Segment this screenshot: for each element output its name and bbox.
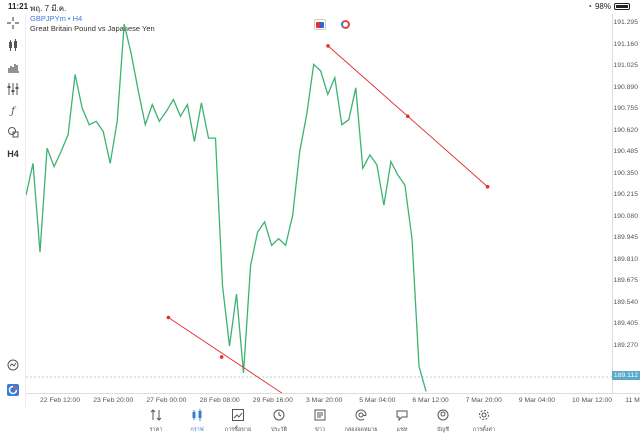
bars-icon[interactable] [6, 60, 20, 74]
nav-item-settings[interactable]: การตั้งค่า [464, 407, 505, 447]
price-axis-label: 191.025 [613, 62, 638, 69]
time-axis-label: 10 Mar 12:00 [572, 397, 613, 404]
price-axis-label: 190.485 [613, 148, 638, 155]
time-axis-label: 5 Mar 04:00 [359, 397, 396, 404]
nav-item-news[interactable]: ข่าว [300, 407, 341, 447]
trade-icon [232, 409, 244, 424]
chart-area[interactable] [25, 14, 612, 409]
price-axis-label: 189.945 [613, 234, 638, 241]
status-time: 11:21 [8, 2, 29, 11]
account-icon [437, 409, 449, 424]
nav-label: แชท [396, 427, 408, 433]
nav-item-trade[interactable]: การซื้อขาย [218, 407, 259, 447]
indicators-icon[interactable] [6, 82, 20, 96]
time-axis-label: 22 Feb 12:00 [40, 397, 81, 404]
price-axis-label: 190.215 [613, 191, 638, 198]
nav-item-mailbox[interactable]: กล่องจดหมาย [341, 407, 382, 447]
nav-label: การตั้งค่า [472, 427, 496, 433]
nav-label: กล่องจดหมาย [344, 427, 378, 433]
time-axis[interactable]: 22 Feb 12:00 23 Feb 20:00 27 Feb 00:00 28 F… [26, 393, 640, 407]
time-axis-label: 28 Feb 08:00 [199, 397, 240, 404]
price-axis-label: 191.295 [613, 19, 638, 26]
price-axis-label: 190.350 [613, 169, 638, 177]
nav-label: ข่าว [315, 427, 325, 433]
function-icon[interactable]: ƒ [6, 104, 20, 118]
time-axis-label: 11 Mar 20:00 [625, 397, 640, 404]
nav-label: บัญชี [437, 427, 449, 433]
time-axis-label: 23 Feb 20:00 [93, 397, 134, 404]
price-axis-label: 189.270 [613, 341, 638, 349]
status-bar: 11:21 พฤ. 7 มี.ค. ◔ 98% [0, 0, 640, 14]
time-axis-label: 6 Mar 12:00 [412, 397, 449, 404]
nav-item-quotes[interactable]: ราคา [136, 407, 177, 447]
nav-label: กราฟ [190, 427, 204, 433]
nav-item-history[interactable]: ประวัติ [259, 407, 300, 447]
trendline[interactable] [168, 317, 306, 409]
trendline-handle[interactable] [326, 44, 330, 48]
nav-item-account[interactable]: บัญชี [423, 407, 464, 447]
nav-label: การซื้อขาย [224, 427, 252, 433]
status-right: ◔ 98% [587, 2, 630, 11]
crosshair-icon[interactable] [6, 16, 20, 30]
current-price-tag: 189.112 [612, 371, 640, 380]
candles-icon[interactable] [6, 38, 20, 52]
nav-item-chart[interactable]: กราฟ [177, 407, 218, 447]
price-axis-label: 189.540 [613, 298, 638, 306]
bottom-navigation: ราคา กราฟ การซื้อขาย ประวัติ ข่าว กล่องจดหมาย… [0, 407, 640, 447]
chart-icon [191, 409, 203, 424]
trendline-handle[interactable] [406, 114, 410, 119]
settings-icon [478, 409, 490, 424]
time-axis-label: 3 Mar 20:00 [306, 397, 343, 404]
trendline-handle[interactable] [485, 184, 490, 189]
trendline-handle[interactable] [219, 355, 224, 359]
price-axis-label: 189.810 [613, 255, 638, 263]
nav-label: ราคา [149, 427, 163, 433]
time-axis-label: 29 Feb 16:00 [252, 397, 293, 404]
price-axis-label: 189.675 [613, 277, 638, 284]
timeframe-button[interactable]: H4 [6, 147, 20, 161]
time-axis-label: 7 Mar 20:00 [465, 397, 502, 404]
trendline-handle[interactable] [166, 315, 171, 320]
nav-label: ประวัติ [270, 427, 288, 433]
nav-item-chat[interactable]: แชท [382, 407, 423, 447]
news-icon [314, 409, 326, 424]
battery-icon [614, 3, 630, 10]
price-axis-label: 190.080 [613, 212, 638, 220]
battery-percent: 98% [594, 2, 611, 11]
left-toolbar: ƒ H4 [0, 14, 26, 407]
price-axis-label: 191.160 [613, 40, 638, 48]
price-axis-label: 190.890 [613, 83, 638, 91]
price-axis-label: 190.755 [613, 105, 638, 112]
mailbox-icon [355, 409, 367, 424]
price-chart[interactable] [25, 14, 612, 409]
objects-icon[interactable] [6, 125, 20, 139]
broker-logo-icon[interactable] [6, 383, 20, 397]
time-axis-label: 27 Feb 00:00 [146, 397, 187, 404]
chat-icon [396, 409, 408, 424]
quotes-icon [150, 409, 162, 424]
zoom-icon[interactable] [6, 358, 20, 372]
wifi-icon: ◔ [587, 2, 592, 11]
price-axis-label: 190.620 [613, 126, 638, 134]
time-axis-label: 9 Mar 04:00 [518, 397, 556, 404]
price-axis[interactable]: 191.295 191.160 191.025 190.890 190.755 190.6… [612, 14, 640, 393]
history-icon [273, 409, 285, 424]
price-axis-label: 189.405 [613, 320, 638, 327]
